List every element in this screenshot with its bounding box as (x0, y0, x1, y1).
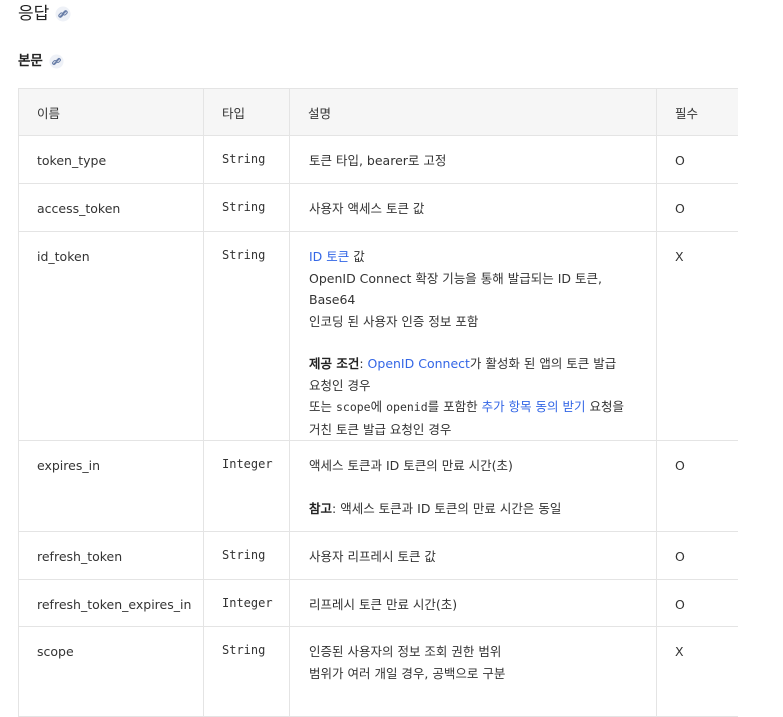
field-type: String (203, 626, 290, 717)
table-header-row: 이름 타입 설명 필수 (18, 88, 738, 136)
desc-text: 를 포함한 (427, 399, 482, 414)
desc-text: 인증된 사용자의 정보 조회 권한 범위 (309, 644, 502, 659)
field-name: refresh_token (18, 531, 204, 580)
column-header-type: 타입 (203, 88, 290, 136)
field-name: refresh_token_expires_in (18, 579, 204, 627)
desc-text: 거친 토큰 발급 요청인 경우 (309, 421, 452, 437)
desc-text: 액세스 토큰과 ID 토큰의 만료 시간(초) (309, 458, 513, 473)
field-description: 액세스 토큰과 ID 토큰의 만료 시간(초) 참고: 액세스 토큰과 ID 토… (289, 440, 657, 532)
table-row: id_token String ID 토큰 값 OpenID Connect 확… (18, 231, 738, 441)
column-header-name: 이름 (18, 88, 204, 136)
subsection-heading-row: 본문 (18, 51, 64, 71)
desc-text: 인코딩 된 사용자 인증 정보 포함 (309, 313, 479, 329)
field-required: X (656, 231, 738, 441)
desc-text: 요청을 (585, 399, 624, 414)
desc-text: : (359, 356, 368, 371)
desc-text: 요청인 경우 (309, 377, 371, 393)
field-required: X (656, 626, 738, 717)
field-description: 사용자 리프레시 토큰 값 (289, 531, 657, 580)
field-type: Integer (203, 579, 290, 627)
field-description: 인증된 사용자의 정보 조회 권한 범위 범위가 여러 개일 경우, 공백으로 … (289, 626, 657, 717)
field-type: String (203, 231, 290, 441)
id-token-link[interactable]: ID 토큰 (309, 249, 349, 264)
desc-text: 또는 (309, 399, 336, 414)
field-name: access_token (18, 183, 204, 232)
desc-text: 가 활성화 된 앱의 토큰 발급 (469, 356, 617, 371)
field-name: expires_in (18, 440, 204, 532)
table-row: refresh_token String 사용자 리프레시 토큰 값 O (18, 531, 738, 580)
field-description: 리프레시 토큰 만료 시간(초) (289, 579, 657, 627)
field-type: String (203, 135, 290, 184)
anchor-link-icon[interactable] (49, 53, 64, 69)
field-required: O (656, 135, 738, 184)
table-row: refresh_token_expires_in Integer 리프레시 토큰… (18, 579, 738, 627)
column-header-description: 설명 (289, 88, 657, 136)
field-name: id_token (18, 231, 204, 441)
field-required: O (656, 579, 738, 627)
column-header-required: 필수 (656, 88, 738, 136)
condition-label: 제공 조건 (309, 356, 360, 371)
field-required: O (656, 183, 738, 232)
anchor-link-icon[interactable] (55, 6, 71, 22)
subsection-title: 본문 (18, 53, 43, 69)
field-required: O (656, 440, 738, 532)
section-heading-row: 응답 (18, 2, 71, 26)
field-type: String (203, 183, 290, 232)
field-description: 토큰 타입, bearer로 고정 (289, 135, 657, 184)
field-description: ID 토큰 값 OpenID Connect 확장 기능을 통해 발급되는 ID… (289, 231, 657, 441)
openid-connect-link[interactable]: OpenID Connect (368, 356, 470, 371)
field-description: 사용자 액세스 토큰 값 (289, 183, 657, 232)
code-scope: scope (335, 400, 371, 414)
desc-text: 값 (349, 249, 365, 264)
note-label: 참고 (309, 500, 333, 516)
field-type: String (203, 531, 290, 580)
field-required: O (656, 531, 738, 580)
response-body-table: 이름 타입 설명 필수 token_type String 토큰 타입, bea… (18, 88, 738, 717)
section-title: 응답 (18, 4, 50, 24)
desc-text: 에 (370, 399, 387, 414)
table-row: access_token String 사용자 액세스 토큰 값 O (18, 183, 738, 232)
table-row: expires_in Integer 액세스 토큰과 ID 토큰의 만료 시간(… (18, 440, 738, 532)
desc-text: : 액세스 토큰과 ID 토큰의 만료 시간은 동일 (332, 500, 562, 516)
desc-text: 범위가 여러 개일 경우, 공백으로 구분 (309, 665, 506, 681)
desc-text: OpenID Connect 확장 기능을 통해 발급되는 ID 토큰, Bas… (309, 270, 602, 308)
field-type: Integer (203, 440, 290, 532)
field-name: scope (18, 626, 204, 717)
table-row: token_type String 토큰 타입, bearer로 고정 O (18, 135, 738, 184)
code-openid: openid (386, 400, 428, 414)
additional-consent-link[interactable]: 추가 항목 동의 받기 (482, 399, 586, 414)
table-row: scope String 인증된 사용자의 정보 조회 권한 범위 범위가 여러… (18, 626, 738, 717)
field-name: token_type (18, 135, 204, 184)
